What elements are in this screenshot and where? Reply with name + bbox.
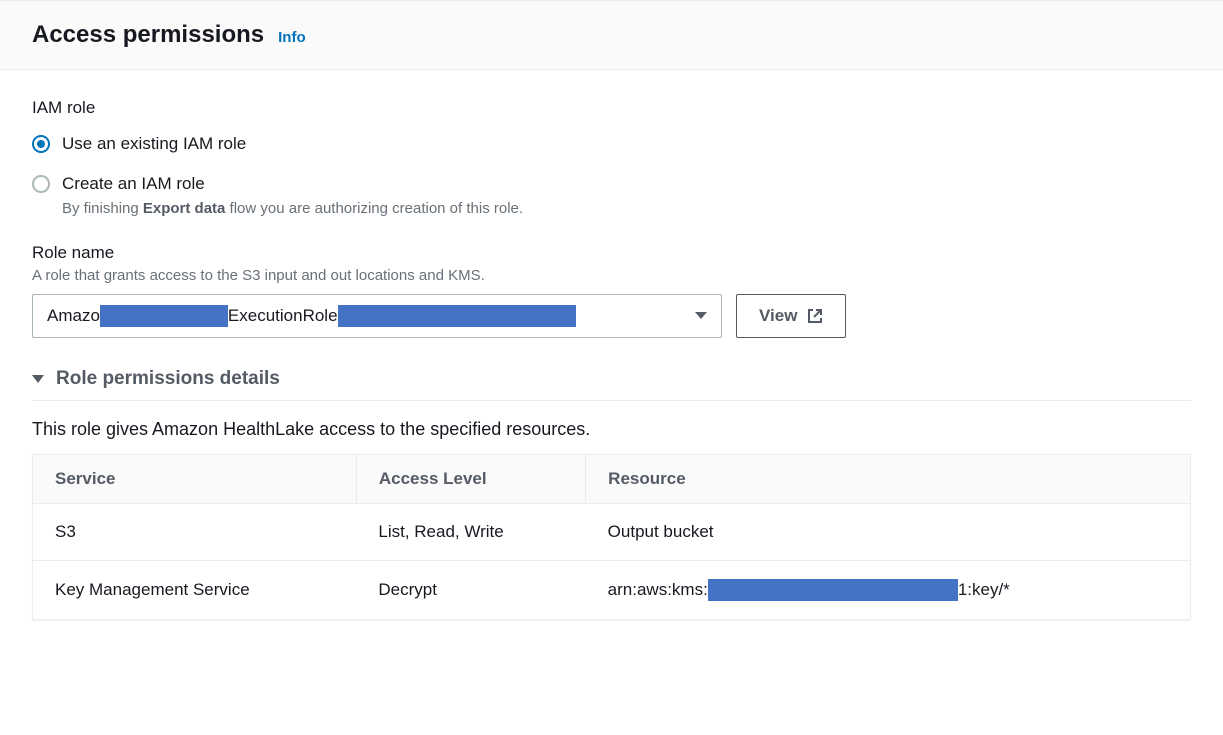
cell-resource: arn:aws:kms:1:key/* [586, 560, 1191, 619]
role-name-hint: A role that grants access to the S3 inpu… [32, 267, 1191, 284]
info-link[interactable]: Info [278, 29, 306, 46]
cell-access-level: Decrypt [356, 560, 585, 619]
view-button-label: View [759, 306, 797, 326]
col-resource: Resource [586, 454, 1191, 503]
radio-button-icon[interactable] [32, 175, 50, 193]
role-name-row: AmazoExecutionRole View [32, 294, 1191, 338]
iam-role-radio-group: Use an existing IAM role Create an IAM r… [32, 132, 1191, 217]
radio-create-label: Create an IAM role [62, 172, 523, 196]
redacted-text [100, 305, 228, 327]
col-access-level: Access Level [356, 454, 585, 503]
role-permissions-title: Role permissions details [56, 368, 280, 390]
view-button[interactable]: View [736, 294, 846, 338]
radio-create-desc: By finishing Export data flow you are au… [62, 200, 523, 217]
radio-existing-role[interactable]: Use an existing IAM role [32, 132, 1191, 156]
redacted-text [708, 579, 958, 601]
iam-role-label: IAM role [32, 98, 1191, 118]
role-permissions-description: This role gives Amazon HealthLake access… [32, 419, 1191, 440]
cell-resource: Output bucket [586, 503, 1191, 560]
cell-service: Key Management Service [33, 560, 357, 619]
panel-header: Access permissions Info [0, 0, 1223, 70]
cell-access-level: List, Read, Write [356, 503, 585, 560]
role-name-value: AmazoExecutionRole [47, 305, 576, 327]
table-row: S3 List, Read, Write Output bucket [33, 503, 1191, 560]
redacted-text [338, 305, 576, 327]
permissions-table: Service Access Level Resource S3 List, R… [32, 454, 1191, 620]
panel-body: IAM role Use an existing IAM role Create… [0, 70, 1223, 648]
radio-existing-label: Use an existing IAM role [62, 132, 246, 156]
chevron-down-icon [32, 375, 44, 383]
role-name-select[interactable]: AmazoExecutionRole [32, 294, 722, 338]
cell-service: S3 [33, 503, 357, 560]
table-header-row: Service Access Level Resource [33, 454, 1191, 503]
chevron-down-icon [695, 312, 707, 319]
radio-create-role[interactable]: Create an IAM role By finishing Export d… [32, 172, 1191, 217]
panel-title: Access permissions [32, 21, 264, 49]
role-permissions-expander[interactable]: Role permissions details [32, 368, 1191, 401]
role-name-label: Role name [32, 243, 1191, 263]
external-link-icon [807, 308, 823, 324]
radio-button-icon[interactable] [32, 135, 50, 153]
table-row: Key Management Service Decrypt arn:aws:k… [33, 560, 1191, 619]
col-service: Service [33, 454, 357, 503]
